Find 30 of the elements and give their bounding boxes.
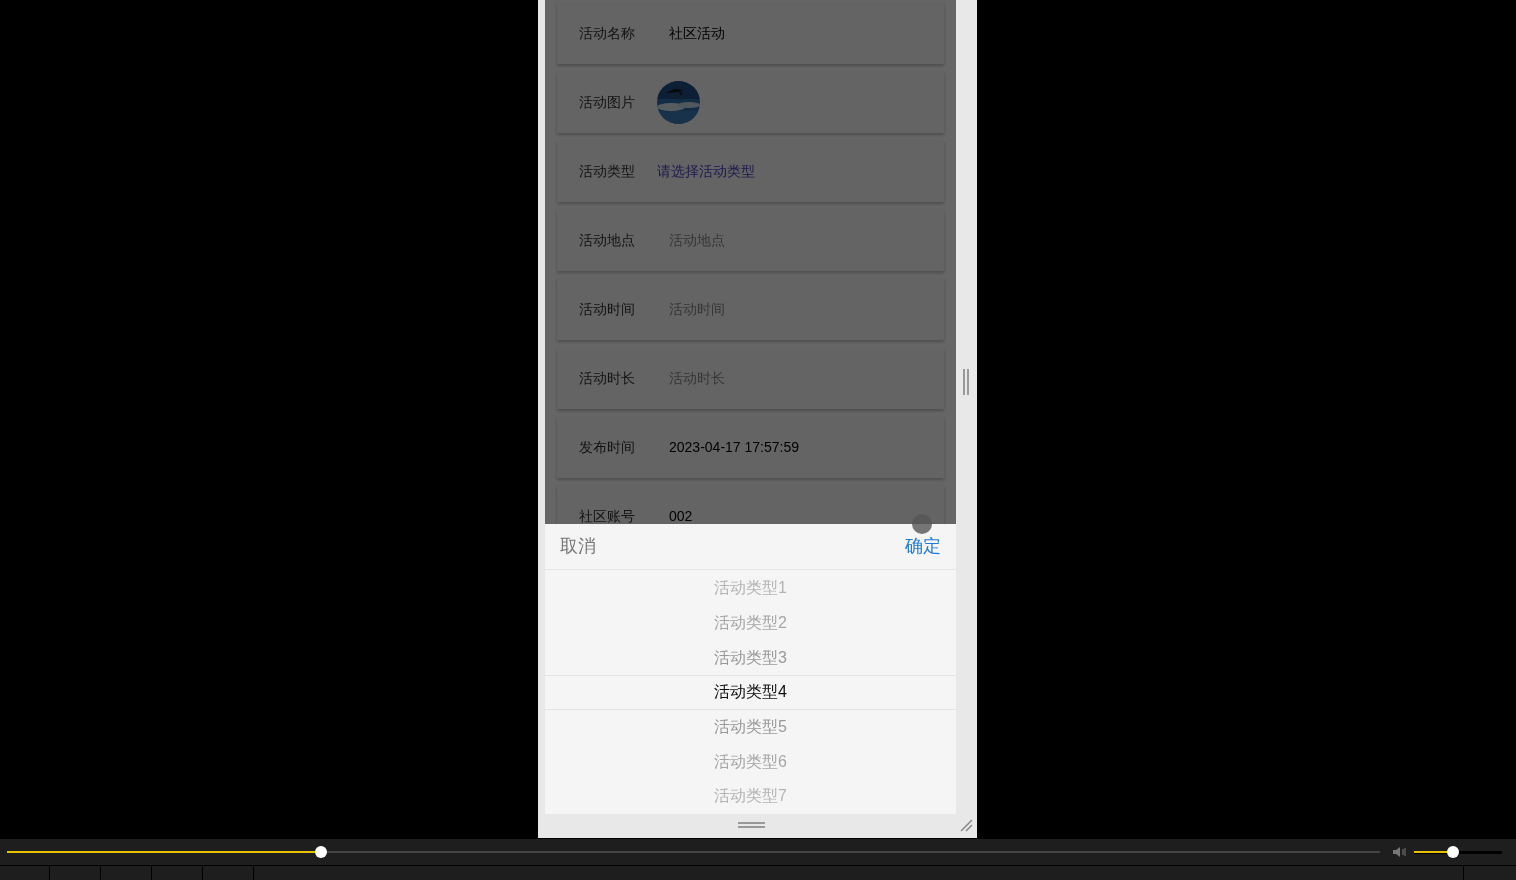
select-field[interactable]: 请选择活动类型 bbox=[657, 160, 755, 182]
field-value[interactable]: 2023-04-17 17:57:59 bbox=[669, 436, 799, 458]
seek-bar[interactable] bbox=[7, 846, 1380, 858]
field-label: 活动名称 bbox=[579, 23, 635, 43]
field-label: 社区账号 bbox=[579, 506, 635, 524]
volume-slider[interactable] bbox=[1414, 846, 1502, 858]
picker-option[interactable]: 活动类型3 bbox=[545, 640, 956, 676]
touch-point-icon bbox=[912, 514, 932, 534]
field-label: 活动地点 bbox=[579, 230, 635, 250]
picker-option[interactable]: 活动类型7 bbox=[545, 779, 956, 814]
resize-grip-icon[interactable] bbox=[959, 818, 973, 832]
speaker-icon[interactable] bbox=[1392, 846, 1408, 858]
field-value[interactable]: 社区活动 bbox=[669, 22, 725, 44]
resize-handle-icon[interactable] bbox=[738, 822, 765, 828]
field-label: 活动时间 bbox=[579, 299, 635, 319]
picker-option[interactable]: 活动类型5 bbox=[545, 709, 956, 745]
cancel-button[interactable]: 取消 bbox=[560, 533, 596, 560]
confirm-button[interactable]: 确定 bbox=[905, 533, 941, 560]
slider-thumb[interactable] bbox=[315, 846, 328, 858]
field-label: 活动时长 bbox=[579, 368, 635, 388]
field-value[interactable]: 002 bbox=[669, 505, 693, 524]
picker-option[interactable]: 活动类型2 bbox=[545, 605, 956, 641]
resize-handle-icon[interactable] bbox=[963, 369, 969, 395]
field-label: 活动类型 bbox=[579, 161, 635, 181]
field-label: 活动图片 bbox=[579, 92, 635, 112]
slider-thumb[interactable] bbox=[1446, 846, 1459, 858]
picker-option[interactable]: 活动类型6 bbox=[545, 744, 956, 780]
picker-option[interactable]: 活动类型4 bbox=[545, 675, 956, 710]
field-label: 发布时间 bbox=[579, 437, 635, 457]
picker-option[interactable]: 活动类型1 bbox=[545, 571, 956, 606]
